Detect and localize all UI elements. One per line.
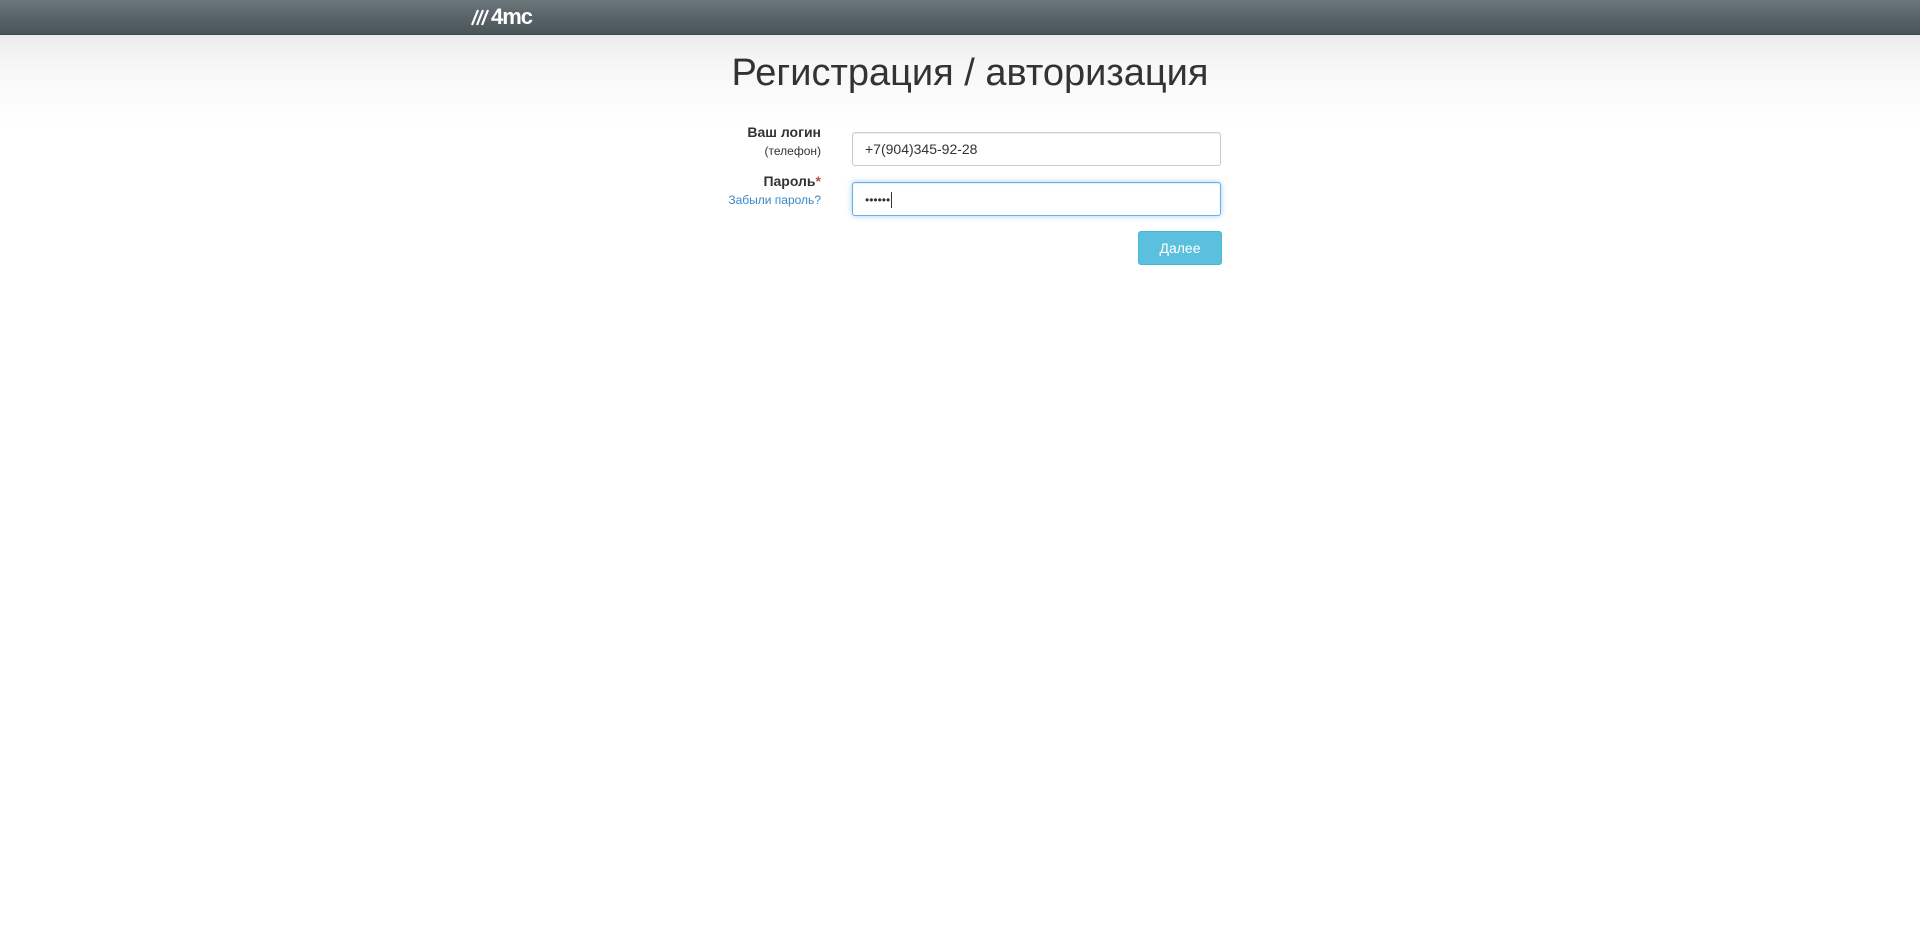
password-masked-value: ••••••: [865, 193, 891, 207]
password-label-row: Пароль*: [728, 171, 821, 191]
logo-text: 4mc: [491, 4, 533, 29]
top-header-bar: 4mc: [0, 0, 1920, 35]
login-label: Ваш логин: [747, 124, 821, 140]
password-label-block: Пароль* Забыли пароль?: [728, 171, 821, 209]
brand-logo[interactable]: 4mc: [470, 4, 533, 29]
next-button[interactable]: Далее: [1138, 231, 1222, 265]
login-sublabel: (телефон): [764, 144, 821, 158]
text-caret: [891, 192, 893, 209]
login-phone-input[interactable]: +7(904)345-92-28: [852, 132, 1221, 166]
login-input-value: +7(904)345-92-28: [865, 141, 978, 157]
logo-slashes-icon: [470, 9, 490, 26]
login-label-block: Ваш логин (телефон): [747, 122, 821, 160]
page-title: Регистрация / авторизация: [731, 52, 1209, 94]
password-input[interactable]: ••••••: [852, 182, 1221, 216]
required-mark: *: [815, 173, 821, 189]
password-label: Пароль: [763, 173, 816, 189]
forgot-password-link[interactable]: Забыли пароль?: [728, 193, 821, 207]
